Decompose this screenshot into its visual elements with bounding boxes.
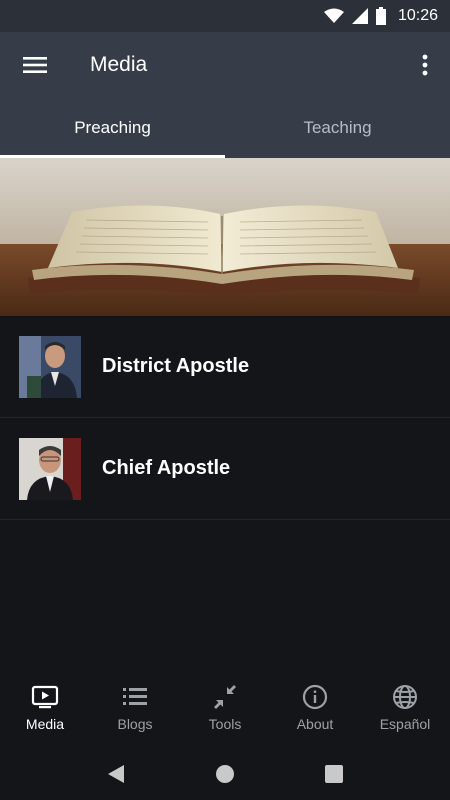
media-list: District Apostle Chief Apostle — [0, 316, 450, 520]
page-title: Media — [90, 53, 148, 76]
nav-blogs[interactable]: Blogs — [90, 668, 180, 748]
tab-label: Preaching — [74, 118, 151, 137]
list-item-label: District Apostle — [102, 355, 250, 377]
list-icon — [123, 688, 147, 705]
nav-label: About — [296, 716, 334, 732]
nav-label: Media — [25, 716, 65, 732]
hero-image — [0, 158, 450, 316]
wifi-icon — [323, 8, 344, 23]
hamburger-menu-icon — [23, 57, 47, 73]
avatar — [19, 335, 81, 398]
nav-espanol[interactable]: Español — [360, 668, 450, 748]
back-icon[interactable] — [106, 763, 126, 785]
battery-icon — [375, 7, 386, 25]
tab-label: Teaching — [303, 118, 372, 137]
tab-teaching[interactable]: Teaching — [225, 98, 450, 158]
recents-icon[interactable] — [324, 764, 344, 784]
tab-bar: Preaching Teaching — [0, 98, 450, 158]
nav-about[interactable]: About — [270, 668, 360, 748]
home-icon[interactable] — [214, 763, 236, 785]
overflow-menu-button[interactable] — [400, 32, 450, 98]
bottom-navigation: Media Blogs Tools About Español — [0, 668, 450, 748]
globe-icon — [393, 685, 417, 709]
collapse-arrows-icon — [214, 685, 236, 709]
nav-label: Blogs — [117, 716, 153, 732]
info-icon — [302, 684, 328, 710]
tab-preaching[interactable]: Preaching — [0, 98, 225, 158]
nav-media[interactable]: Media — [0, 668, 90, 748]
nav-tools[interactable]: Tools — [180, 668, 270, 748]
nav-label: Tools — [208, 716, 242, 732]
avatar — [19, 437, 81, 500]
tv-play-icon — [31, 685, 59, 709]
menu-button[interactable] — [0, 32, 70, 98]
cell-signal-icon — [351, 8, 368, 24]
app-bar: Media — [0, 32, 450, 98]
list-item-district-apostle[interactable]: District Apostle — [0, 316, 450, 418]
list-item-label: Chief Apostle — [102, 457, 231, 479]
nav-label: Español — [379, 716, 431, 732]
status-time: 10:26 — [397, 7, 438, 24]
system-navigation-bar — [0, 748, 450, 800]
more-vertical-icon — [422, 54, 428, 76]
status-bar: 10:26 — [0, 0, 450, 32]
list-item-chief-apostle[interactable]: Chief Apostle — [0, 418, 450, 520]
